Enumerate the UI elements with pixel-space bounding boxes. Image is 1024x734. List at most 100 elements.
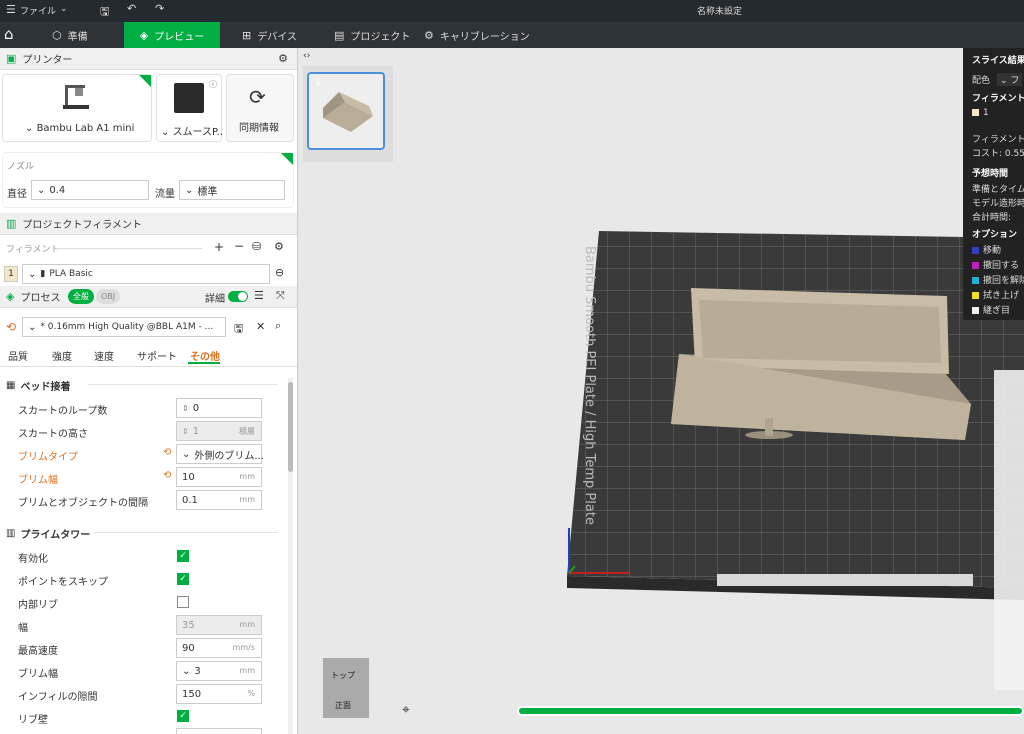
- internal-rib-checkbox[interactable]: [177, 596, 189, 608]
- brim-type-select[interactable]: ⌄ 外側のブリム...: [176, 444, 264, 464]
- nozzle-header: ノズル: [7, 162, 35, 172]
- main-nav: ⌂ ⬡ 準備 ◈ プレビュー ⊞ デバイス ▤ プロジェクト ⚙ キャリブレーション: [0, 22, 1024, 48]
- skirt-height-label: スカートの高さ: [18, 429, 88, 440]
- skip-points-checkbox[interactable]: ✓: [177, 573, 189, 585]
- tab-calibration[interactable]: ⚙ キャリブレーション: [424, 22, 530, 48]
- reset-icon[interactable]: ⟲: [6, 320, 16, 334]
- search-icon[interactable]: ⌕: [275, 319, 281, 333]
- stepper-icon: ⇕: [182, 403, 189, 413]
- tab-support[interactable]: サポート: [137, 348, 177, 363]
- flow-select[interactable]: ⌄ 標準: [179, 180, 285, 200]
- fit-view-icon[interactable]: ⌖: [402, 702, 410, 718]
- view-cube[interactable]: トップ 正面: [323, 658, 369, 718]
- list-icon[interactable]: ☰: [254, 289, 264, 302]
- plate-thumbnail-icon: [174, 83, 204, 113]
- remove-circle-icon[interactable]: ⊖: [275, 266, 284, 279]
- plate-card[interactable]: ⓘ ⌄ スムースP..: [156, 74, 223, 142]
- infill-gap-label: インフィルの隙間: [18, 692, 98, 703]
- filament-select[interactable]: ⌄ ▮ PLA Basic: [22, 264, 270, 284]
- option-unretract[interactable]: 撤回を解除: [972, 273, 1024, 286]
- bed-icon: ▦: [6, 380, 16, 391]
- filament-slot-badge: 1: [4, 266, 18, 282]
- next-input[interactable]: [176, 728, 262, 734]
- tab-object[interactable]: OBJ: [96, 289, 121, 304]
- undo-icon[interactable]: ↶: [127, 2, 136, 15]
- scrollbar[interactable]: [288, 378, 293, 734]
- advanced-toggle[interactable]: [228, 291, 248, 302]
- swatch: [972, 247, 979, 254]
- layer-progress-bar[interactable]: [517, 706, 1024, 716]
- selected-corner: [139, 75, 151, 87]
- 3d-viewport[interactable]: ‹› 1 Bambu Smooth PEI Plate / High Temp …: [299, 48, 1024, 734]
- tower-brim-input[interactable]: ⌄ 3 mm: [176, 661, 262, 681]
- info-icon[interactable]: ⓘ: [209, 79, 217, 90]
- divider: [88, 384, 278, 385]
- plate-name-row: ⌄ スムースP..: [161, 123, 223, 138]
- gear-icon[interactable]: ⚙: [278, 52, 288, 65]
- file-menu[interactable]: ファイル: [20, 4, 56, 17]
- divider: [56, 248, 202, 249]
- add-filament-button[interactable]: +: [214, 240, 224, 254]
- brim-gap-input[interactable]: 0.1 mm: [176, 490, 262, 510]
- chevron-down-icon[interactable]: ⌄: [60, 4, 68, 14]
- width-label: 幅: [18, 623, 28, 634]
- redo-icon[interactable]: ↷: [155, 2, 164, 15]
- settings-panel: ▣ プリンター ⚙ ⌄ Bambu Lab A1 mini ⓘ ⌄ スムースP.…: [0, 48, 298, 734]
- sync-button[interactable]: ⟳ 同期情報: [226, 74, 294, 142]
- tab-global[interactable]: 全般: [68, 289, 94, 304]
- title-bar: ☰ ファイル ⌄ 🖫 ↶ ↷ 名称未設定: [0, 0, 1024, 22]
- printer-card[interactable]: ⌄ Bambu Lab A1 mini: [2, 74, 152, 142]
- chevron-down-icon: ⌄: [37, 184, 46, 196]
- skirt-height-input[interactable]: ⇕ 1 積層: [176, 421, 262, 441]
- chevron-down-icon: ⌄: [28, 321, 37, 333]
- close-icon[interactable]: ✕: [256, 320, 265, 333]
- printer-header: ▣ プリンター ⚙: [0, 48, 297, 70]
- save-preset-icon[interactable]: 🖫: [234, 320, 243, 339]
- option-wipe[interactable]: 拭き上げ: [972, 288, 1019, 301]
- tab-quality[interactable]: 品質: [8, 348, 28, 363]
- divider: [94, 532, 278, 533]
- cost-label: コスト: 0.55: [972, 149, 1024, 159]
- color-scheme-select[interactable]: ⌄ フ: [997, 73, 1023, 86]
- plate-name: スムースP..: [172, 127, 223, 138]
- compare-icon[interactable]: ⤧: [276, 289, 285, 303]
- tab-project[interactable]: ▤ プロジェクト: [334, 22, 410, 48]
- filament-sync-icon[interactable]: ⛁: [252, 240, 261, 253]
- remove-filament-button[interactable]: −: [234, 239, 244, 253]
- nozzle-card: ノズル 直径 ⌄ 0.4 流量 ⌄ 標準: [2, 152, 294, 208]
- diameter-select[interactable]: ⌄ 0.4: [31, 180, 149, 200]
- save-icon[interactable]: 🖫: [100, 3, 109, 22]
- max-speed-input[interactable]: 90 mm/s: [176, 638, 262, 658]
- reset-icon[interactable]: ⟲: [163, 447, 171, 458]
- printer-name: Bambu Lab A1 mini: [36, 123, 135, 134]
- reset-icon[interactable]: ⟲: [163, 470, 171, 481]
- enable-checkbox[interactable]: ✓: [177, 550, 189, 562]
- option-move[interactable]: 移動: [972, 243, 1001, 256]
- spool-icon: ▮: [40, 268, 46, 279]
- tab-preview[interactable]: ◈ プレビュー: [124, 22, 220, 48]
- enable-label: 有効化: [18, 554, 48, 565]
- home-icon[interactable]: ⌂: [4, 25, 14, 43]
- option-seam[interactable]: 継ぎ目: [972, 303, 1010, 316]
- tab-speed[interactable]: 速度: [94, 348, 114, 363]
- tab-others[interactable]: その他: [190, 348, 220, 363]
- process-preset-select[interactable]: ⌄ * 0.16mm High Quality @BBL A1M - ...: [22, 317, 226, 337]
- infill-gap-input[interactable]: 150%: [176, 684, 262, 704]
- filament-row: 1: [972, 108, 989, 118]
- gear-icon[interactable]: ⚙: [274, 240, 284, 253]
- build-plate: [567, 231, 1024, 600]
- skirt-loops-input[interactable]: ⇕ 0: [176, 398, 262, 418]
- stepper-icon: ⇕: [182, 426, 189, 436]
- side-slider-panel[interactable]: [994, 370, 1024, 690]
- tab-strength[interactable]: 強度: [52, 348, 72, 363]
- filament-icon: ▥: [6, 217, 17, 230]
- chevron-down-icon: ⌄: [28, 268, 37, 280]
- rib-wall-checkbox[interactable]: ✓: [177, 710, 189, 722]
- tab-prepare[interactable]: ⬡ 準備: [52, 22, 88, 48]
- option-retract[interactable]: 撤回する: [972, 258, 1019, 271]
- menu-icon[interactable]: ☰: [6, 3, 16, 16]
- width-input[interactable]: 35 mm: [176, 615, 262, 635]
- brim-width-input[interactable]: 10 mm: [176, 467, 262, 487]
- tower-icon: ▥: [6, 528, 16, 539]
- tab-device[interactable]: ⊞ デバイス: [242, 22, 297, 48]
